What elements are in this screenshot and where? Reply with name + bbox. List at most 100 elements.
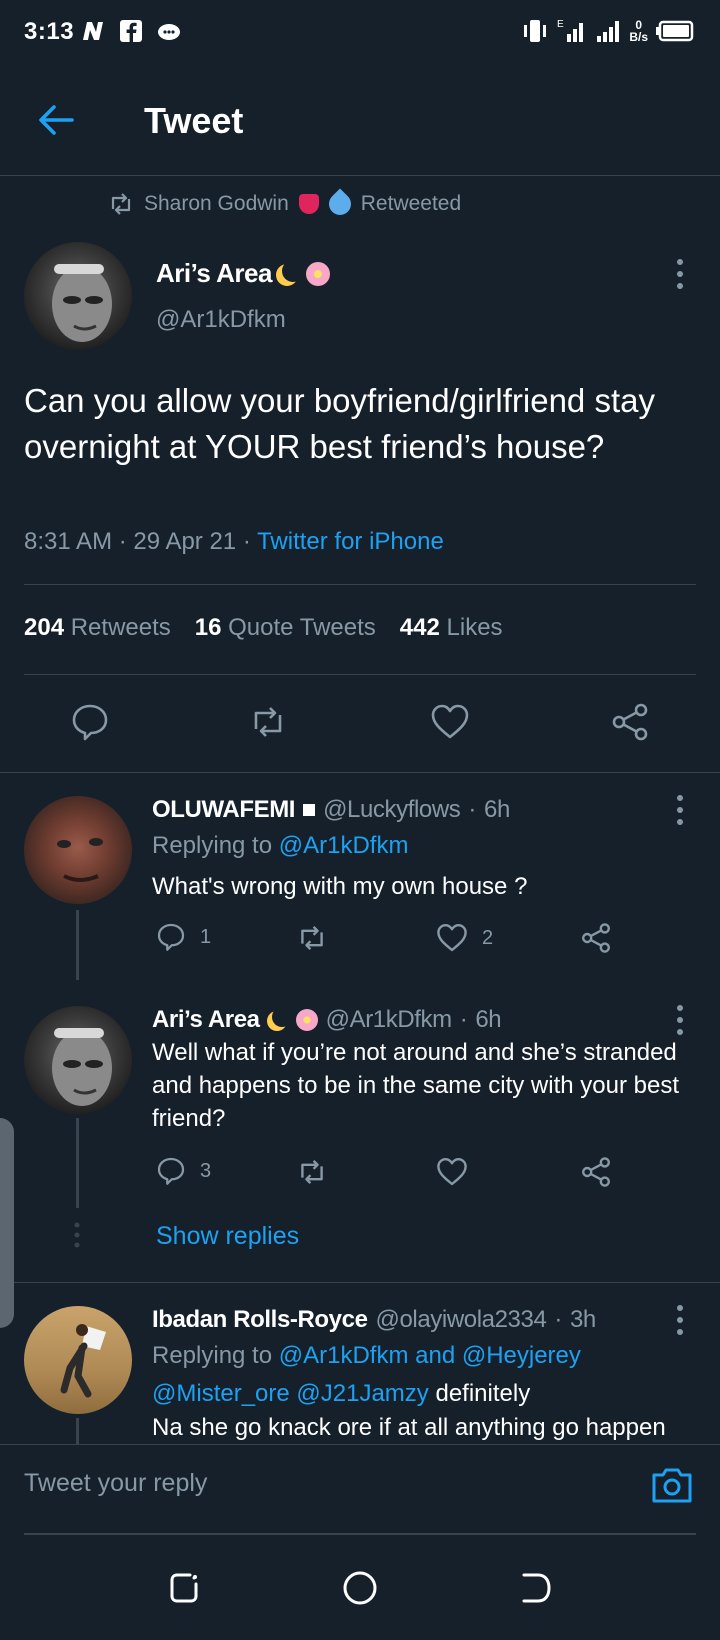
- more-vertical-icon[interactable]: [670, 256, 690, 292]
- quotes-stat[interactable]: 16 Quote Tweets: [195, 614, 376, 642]
- reply-header: Ibadan Rolls-Royce @olayiwola2334 · 3h: [152, 1306, 596, 1334]
- battery-icon: [656, 20, 694, 42]
- retweeter-name: Sharon Godwin: [144, 192, 289, 215]
- reply-avatar[interactable]: [24, 1006, 132, 1114]
- reply-button[interactable]: 3: [156, 1156, 211, 1186]
- reply-author-name[interactable]: Ibadan Rolls-Royce: [152, 1306, 368, 1334]
- status-time: 3:13: [24, 18, 75, 45]
- reply-avatar[interactable]: [24, 796, 132, 904]
- home-icon[interactable]: [342, 1570, 378, 1606]
- edge-panel-handle[interactable]: [0, 1118, 14, 1328]
- reply-composer: Tweet your reply: [0, 1444, 720, 1535]
- author-name[interactable]: Ari’s Area: [156, 258, 330, 289]
- blossom-icon: [305, 261, 330, 286]
- signal-1-icon: E: [557, 19, 584, 42]
- replying-to-link[interactable]: @Ar1kDfkm and @Heyjerey: [279, 1342, 581, 1369]
- reply-text: Well what if you’re not around and she’s…: [152, 1039, 679, 1132]
- share-button[interactable]: [580, 922, 612, 954]
- reply-age: 6h: [475, 1006, 502, 1033]
- tweet-stats: 204 Retweets 16 Quote Tweets 442 Likes: [24, 614, 503, 642]
- notification-icons: [80, 18, 182, 44]
- more-vertical-icon[interactable]: [670, 1302, 690, 1338]
- reply-button[interactable]: 1: [156, 922, 211, 952]
- camera-icon[interactable]: [650, 1465, 694, 1505]
- retweet-button[interactable]: [296, 1156, 328, 1188]
- thread-dots-icon: [74, 1222, 80, 1248]
- reply-input[interactable]: Tweet your reply: [24, 1469, 207, 1498]
- replying-to: Replying to @Ar1kDfkm: [152, 832, 409, 859]
- reply-age: 3h: [569, 1306, 596, 1333]
- reply-author-handle[interactable]: @olayiwola2334: [376, 1306, 547, 1334]
- retweet-icon: [301, 1159, 323, 1185]
- emoji-sweat-icon: [324, 188, 356, 220]
- reply-text: @Mister_ore @J21Jamzy definitely: [152, 1380, 531, 1407]
- status-bar: 3:13 E 0 B/s: [0, 0, 720, 64]
- emoji-tongue-icon: [298, 194, 319, 214]
- avatar-photo: [52, 264, 112, 342]
- divider: [24, 674, 696, 675]
- retweeted-by[interactable]: Sharon Godwin Retweeted: [108, 188, 461, 220]
- like-button[interactable]: [436, 1156, 468, 1188]
- tweet-time: 8:31 AM: [24, 528, 113, 555]
- reply-author-handle[interactable]: @Luckyflows: [323, 796, 461, 824]
- svg-text:E: E: [557, 19, 564, 30]
- input-underline: [24, 1533, 696, 1535]
- reply-actions: 1 2: [152, 922, 632, 962]
- page-title: Tweet: [144, 100, 244, 141]
- more-vertical-icon[interactable]: [670, 792, 690, 828]
- more-vertical-icon[interactable]: [670, 1002, 690, 1038]
- tweet-source-link[interactable]: Twitter for iPhone: [257, 528, 444, 555]
- thread-connector: [76, 1118, 79, 1208]
- retweet-button[interactable]: [296, 922, 328, 954]
- like-button[interactable]: 2: [436, 922, 493, 954]
- thread-connector: [76, 910, 79, 980]
- square-icon: [303, 804, 316, 816]
- signal-2-icon: [597, 21, 620, 42]
- share-button[interactable]: [580, 1156, 612, 1188]
- reply-icon[interactable]: [70, 702, 110, 742]
- network-speed: 0 B/s: [629, 18, 648, 44]
- retweet-icon[interactable]: [248, 702, 288, 742]
- likes-stat[interactable]: 442 Likes: [400, 614, 503, 642]
- like-icon: [437, 1158, 467, 1186]
- blossom-icon: [295, 1009, 318, 1031]
- show-replies-link[interactable]: Show replies: [156, 1222, 299, 1251]
- like-icon[interactable]: [430, 702, 470, 742]
- section-separator: [0, 772, 720, 773]
- reply-avatar[interactable]: [24, 1306, 132, 1414]
- share-icon[interactable]: [610, 702, 650, 742]
- thread-connector: [76, 1418, 79, 1444]
- tweet-date: 29 Apr 21: [133, 528, 237, 555]
- reply-header: Ari’s Area @Ar1kDfkm · 6h: [152, 1006, 502, 1034]
- tweet-meta: 8:31 AM · 29 Apr 21 · Twitter for iPhone: [24, 528, 444, 555]
- n-app-icon: [83, 22, 103, 40]
- author-avatar[interactable]: [24, 242, 132, 350]
- reply-author-name[interactable]: Ari’s Area: [152, 1006, 260, 1034]
- retweet-icon: [111, 193, 131, 215]
- back-arrow-icon[interactable]: [36, 100, 76, 140]
- crescent-moon-icon: [272, 1007, 292, 1027]
- divider: [24, 584, 696, 585]
- author-handle[interactable]: @Ar1kDfkm: [156, 306, 286, 334]
- back-nav-icon[interactable]: [518, 1570, 554, 1606]
- reply-author-handle[interactable]: @Ar1kDfkm: [326, 1006, 453, 1034]
- share-icon: [582, 923, 610, 953]
- cloud-chat-icon: [158, 24, 180, 40]
- crescent-moon-icon: [282, 260, 304, 282]
- share-icon: [582, 1157, 610, 1187]
- reply-icon: [157, 923, 185, 951]
- reply-actions: 3: [152, 1156, 632, 1196]
- system-nav-bar: [0, 1536, 720, 1640]
- vibrate-icon: [524, 20, 547, 42]
- system-icons: E 0 B/s: [521, 18, 694, 44]
- reply-author-name[interactable]: OLUWAFEMI: [152, 796, 295, 824]
- mentions-link[interactable]: @Mister_ore @J21Jamzy: [152, 1380, 429, 1407]
- app-bar: Tweet: [0, 64, 720, 176]
- reply-text: What's wrong with my own house ?: [152, 873, 528, 900]
- recent-apps-icon[interactable]: [166, 1570, 202, 1606]
- facebook-icon: [120, 20, 142, 42]
- replying-to-link[interactable]: @Ar1kDfkm: [279, 832, 409, 859]
- retweets-stat[interactable]: 204 Retweets: [24, 614, 171, 642]
- replying-to: Replying to @Ar1kDfkm and @Heyjerey: [152, 1342, 581, 1369]
- reply-text-line: Na she go knack ore if at all anything g…: [152, 1414, 666, 1441]
